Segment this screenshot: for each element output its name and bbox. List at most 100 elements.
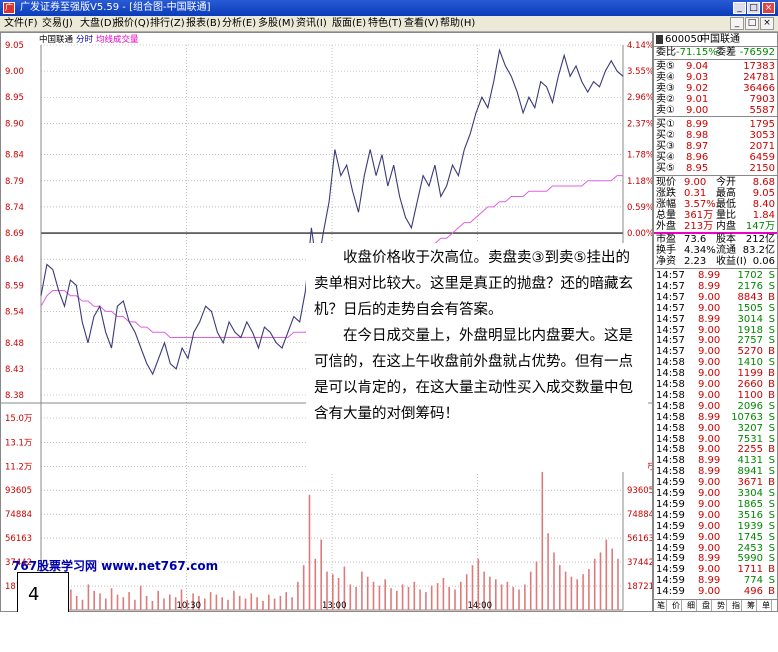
tick-volume: 1505 <box>737 302 763 314</box>
time-tick-label: 13:00 <box>322 601 347 611</box>
menu-file[interactable]: 文件(F) <box>4 16 38 31</box>
price-tick-label: 9.05 <box>5 41 24 51</box>
volume-bar <box>139 585 142 610</box>
stat-row: 换手 4.34% 流通 83.2亿 <box>656 245 775 256</box>
volume-bar <box>425 592 427 610</box>
tick-volume: 3304 <box>737 488 763 499</box>
bid-volume: 2071 <box>749 141 775 152</box>
volume-bar <box>145 595 148 610</box>
volume-bar <box>349 584 352 610</box>
volume-bar <box>436 583 439 610</box>
ask-price: 9.03 <box>686 72 709 83</box>
tick-volume: 2757 <box>737 335 763 347</box>
volume-bar <box>244 598 247 610</box>
panel-tab-2[interactable]: 细 <box>686 600 697 611</box>
stat-row: 净资 2.23 收益(I) 0.06 <box>656 256 775 267</box>
stat-label: 收益(I) <box>716 256 747 267</box>
stat-label: 今开 <box>716 177 736 188</box>
menu-multi[interactable]: 多股(M) <box>258 16 294 31</box>
tick-volume: 3516 <box>737 509 763 521</box>
volume-bar <box>221 597 223 610</box>
tick-time: 14:58 <box>656 444 685 456</box>
panel-tab-4[interactable]: 势 <box>716 600 727 611</box>
panel-tab-7[interactable]: 单 <box>761 600 772 611</box>
volume-bar <box>302 565 305 610</box>
volume-bar <box>576 579 578 610</box>
stat-value: 2.23 <box>684 256 707 267</box>
tick-row: 14:58 9.00 1100 B <box>656 390 775 401</box>
volume-tick-label: 74884 <box>5 510 32 520</box>
bid-label: 买③ <box>656 141 675 152</box>
ask-label: 卖② <box>656 94 675 105</box>
ask-row: 卖① 9.00 5587 <box>656 105 775 116</box>
menu-view[interactable]: 查看(V) <box>404 16 439 31</box>
stat-label: 总量 <box>656 210 676 221</box>
panel-tab-6[interactable]: 筹 <box>746 600 757 611</box>
price-tick-label: 9.00 <box>5 67 24 77</box>
stat-label: 市盈 <box>656 234 676 245</box>
tick-volume: 2096 <box>737 400 763 412</box>
menu-special[interactable]: 特色(T) <box>368 16 402 31</box>
status-area <box>0 612 778 652</box>
volume-bar <box>122 597 125 610</box>
stat-row: 涨跌 0.31 最高 9.05 <box>656 188 775 199</box>
tick-price: 9.00 <box>698 400 721 412</box>
doc-close-button[interactable]: × <box>760 17 774 30</box>
panel-tab-1[interactable]: 价 <box>671 600 682 611</box>
webi-label: 委比 <box>656 47 676 58</box>
tick-time: 14:58 <box>656 357 685 369</box>
volume-bar <box>361 571 363 610</box>
volume-bar <box>430 585 433 610</box>
tick-price: 9.00 <box>698 433 721 445</box>
stat-label: 外盘 <box>656 221 676 232</box>
stock-name: 中国联通 <box>700 34 740 45</box>
menu-info[interactable]: 资讯(I) <box>296 16 327 31</box>
tick-side: S <box>768 498 775 510</box>
close-button[interactable]: × <box>762 2 775 14</box>
bid-label: 买① <box>656 119 675 130</box>
minimize-button[interactable]: _ <box>733 2 746 14</box>
menu-rank[interactable]: 排行(Z) <box>150 16 185 31</box>
doc-restore-button[interactable]: □ <box>745 17 759 30</box>
tick-time: 14:59 <box>656 531 685 543</box>
bid-row: 买② 8.98 3053 <box>656 130 775 141</box>
tick-side: S <box>768 335 775 347</box>
tick-side: S <box>768 553 775 565</box>
volume-bar <box>297 581 299 610</box>
menu-market[interactable]: 大盘(D) <box>80 16 116 31</box>
tick-time: 14:57 <box>656 324 685 336</box>
stat-label: 涨幅 <box>656 199 676 210</box>
bid-price: 8.98 <box>686 130 709 141</box>
maximize-button[interactable]: □ <box>747 2 760 14</box>
tick-time: 14:57 <box>656 291 685 303</box>
panel-tab-0[interactable]: 笔 <box>656 600 667 611</box>
webi-value: -71.15% <box>676 47 718 58</box>
menu-quote[interactable]: 报价(Q) <box>114 16 150 31</box>
menu-trade[interactable]: 交易(J) <box>42 16 73 31</box>
stat-label: 流通 <box>716 245 736 256</box>
tick-time: 14:59 <box>656 564 685 576</box>
chart-tab-timeshare: 分时 <box>76 34 94 45</box>
pct-tick-label: 1.18% <box>627 177 652 187</box>
tick-volume: 1711 <box>737 564 763 576</box>
volume-bar <box>407 587 410 610</box>
doc-minimize-button[interactable]: _ <box>730 17 744 30</box>
tick-row: 14:57 9.00 2757 S <box>656 335 775 346</box>
volume-bar <box>454 589 456 610</box>
panel-tab-5[interactable]: 指 <box>731 600 742 611</box>
volume-bar <box>524 584 526 610</box>
tick-time: 14:57 <box>656 280 685 292</box>
menu-help[interactable]: 帮助(H) <box>440 16 475 31</box>
volume-bar <box>134 599 136 610</box>
tick-volume: 1410 <box>737 357 763 369</box>
menu-report[interactable]: 报表(B) <box>186 16 221 31</box>
volume-bar <box>500 584 503 610</box>
ask-row: 卖③ 9.02 36466 <box>656 83 775 94</box>
bid-label: 买② <box>656 130 675 141</box>
panel-tab-3[interactable]: 盘 <box>701 600 712 611</box>
app-icon: 广 <box>3 2 15 14</box>
menu-layout[interactable]: 版面(E) <box>332 16 366 31</box>
menu-analysis[interactable]: 分析(E) <box>222 16 256 31</box>
tick-side: S <box>768 400 775 412</box>
tick-volume: 10763 <box>731 411 763 423</box>
